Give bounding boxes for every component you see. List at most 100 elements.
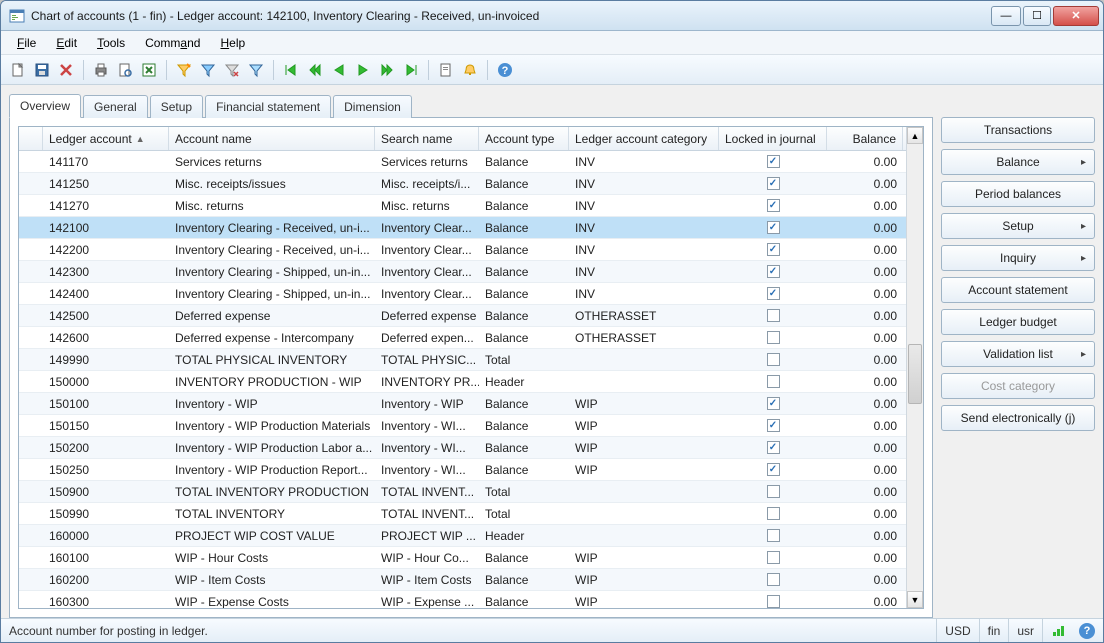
print-icon[interactable] bbox=[90, 59, 112, 81]
cell-locked[interactable] bbox=[719, 547, 827, 568]
delete-icon[interactable] bbox=[55, 59, 77, 81]
tab-financial-statement[interactable]: Financial statement bbox=[205, 95, 331, 118]
cell-locked[interactable] bbox=[719, 393, 827, 414]
cell-ledger[interactable]: 160100 bbox=[43, 547, 169, 568]
cell-type[interactable]: Balance bbox=[479, 173, 569, 194]
checkbox-icon[interactable] bbox=[767, 441, 780, 454]
table-row[interactable]: 142400Inventory Clearing - Shipped, un-i… bbox=[19, 283, 906, 305]
cell-locked[interactable] bbox=[719, 283, 827, 304]
cell-search[interactable]: Inventory - WI... bbox=[375, 415, 479, 436]
col-search-name[interactable]: Search name bbox=[375, 127, 479, 150]
col-balance[interactable]: Balance bbox=[827, 127, 903, 150]
cell-search[interactable]: Inventory - WI... bbox=[375, 437, 479, 458]
cell-name[interactable]: Inventory Clearing - Shipped, un-in... bbox=[169, 283, 375, 304]
table-row[interactable]: 142200Inventory Clearing - Received, un-… bbox=[19, 239, 906, 261]
checkbox-icon[interactable] bbox=[767, 221, 780, 234]
cell-name[interactable]: Inventory Clearing - Received, un-i... bbox=[169, 239, 375, 260]
table-row[interactable]: 149990TOTAL PHYSICAL INVENTORYTOTAL PHYS… bbox=[19, 349, 906, 371]
tab-overview[interactable]: Overview bbox=[9, 94, 81, 118]
maximize-button[interactable]: ☐ bbox=[1023, 6, 1051, 26]
cell-type[interactable]: Balance bbox=[479, 459, 569, 480]
cell-locked[interactable] bbox=[719, 151, 827, 172]
cell-locked[interactable] bbox=[719, 459, 827, 480]
cell-category[interactable]: WIP bbox=[569, 459, 719, 480]
col-ledger-category[interactable]: Ledger account category bbox=[569, 127, 719, 150]
cell-ledger[interactable]: 142300 bbox=[43, 261, 169, 282]
cell-balance[interactable]: 0.00 bbox=[827, 569, 903, 590]
cell-locked[interactable] bbox=[719, 437, 827, 458]
row-selector[interactable] bbox=[19, 393, 43, 414]
transactions-button[interactable]: Transactions bbox=[941, 117, 1095, 143]
cell-name[interactable]: Deferred expense - Intercompany bbox=[169, 327, 375, 348]
ledger-budget-button[interactable]: Ledger budget bbox=[941, 309, 1095, 335]
checkbox-icon[interactable] bbox=[767, 397, 780, 410]
cell-balance[interactable]: 0.00 bbox=[827, 195, 903, 216]
cell-category[interactable]: WIP bbox=[569, 591, 719, 608]
scroll-up-icon[interactable]: ▲ bbox=[907, 127, 923, 144]
cell-ledger[interactable]: 160300 bbox=[43, 591, 169, 608]
row-selector[interactable] bbox=[19, 283, 43, 304]
cell-ledger[interactable]: 142100 bbox=[43, 217, 169, 238]
inquiry-button[interactable]: Inquiry▸ bbox=[941, 245, 1095, 271]
last-record-icon[interactable] bbox=[400, 59, 422, 81]
print-preview-icon[interactable] bbox=[114, 59, 136, 81]
col-locked[interactable]: Locked in journal bbox=[719, 127, 827, 150]
row-selector[interactable] bbox=[19, 525, 43, 546]
cell-locked[interactable] bbox=[719, 525, 827, 546]
cell-locked[interactable] bbox=[719, 349, 827, 370]
advanced-filter-icon[interactable] bbox=[245, 59, 267, 81]
scroll-down-icon[interactable]: ▼ bbox=[907, 591, 923, 608]
save-icon[interactable] bbox=[31, 59, 53, 81]
cell-name[interactable]: Inventory - WIP Production Materials bbox=[169, 415, 375, 436]
cell-type[interactable]: Balance bbox=[479, 261, 569, 282]
cell-balance[interactable]: 0.00 bbox=[827, 459, 903, 480]
table-row[interactable]: 150250Inventory - WIP Production Report.… bbox=[19, 459, 906, 481]
cell-name[interactable]: Misc. receipts/issues bbox=[169, 173, 375, 194]
status-help-icon[interactable]: ? bbox=[1079, 623, 1095, 639]
table-row[interactable]: 160300WIP - Expense CostsWIP - Expense .… bbox=[19, 591, 906, 608]
checkbox-icon[interactable] bbox=[767, 507, 780, 520]
setup-button[interactable]: Setup▸ bbox=[941, 213, 1095, 239]
cell-category[interactable]: INV bbox=[569, 261, 719, 282]
menu-command[interactable]: Command bbox=[137, 34, 208, 52]
cell-type[interactable]: Header bbox=[479, 371, 569, 392]
cell-ledger[interactable]: 142600 bbox=[43, 327, 169, 348]
help-icon[interactable]: ? bbox=[494, 59, 516, 81]
row-selector[interactable] bbox=[19, 437, 43, 458]
cell-type[interactable]: Balance bbox=[479, 591, 569, 608]
cell-locked[interactable] bbox=[719, 173, 827, 194]
checkbox-icon[interactable] bbox=[767, 463, 780, 476]
checkbox-icon[interactable] bbox=[767, 155, 780, 168]
cell-name[interactable]: TOTAL INVENTORY bbox=[169, 503, 375, 524]
cell-ledger[interactable]: 142500 bbox=[43, 305, 169, 326]
cell-ledger[interactable]: 150200 bbox=[43, 437, 169, 458]
cell-balance[interactable]: 0.00 bbox=[827, 217, 903, 238]
cell-type[interactable]: Header bbox=[479, 525, 569, 546]
table-row[interactable]: 150200Inventory - WIP Production Labor a… bbox=[19, 437, 906, 459]
cell-search[interactable]: WIP - Expense ... bbox=[375, 591, 479, 608]
cell-name[interactable]: Inventory Clearing - Shipped, un-in... bbox=[169, 261, 375, 282]
cell-type[interactable]: Balance bbox=[479, 217, 569, 238]
minimize-button[interactable]: — bbox=[991, 6, 1021, 26]
balance-button[interactable]: Balance▸ bbox=[941, 149, 1095, 175]
cell-category[interactable]: INV bbox=[569, 217, 719, 238]
checkbox-icon[interactable] bbox=[767, 551, 780, 564]
export-excel-icon[interactable] bbox=[138, 59, 160, 81]
cell-type[interactable]: Balance bbox=[479, 415, 569, 436]
cell-ledger[interactable]: 150900 bbox=[43, 481, 169, 502]
menu-help[interactable]: Help bbox=[212, 34, 253, 52]
cell-search[interactable]: INVENTORY PR... bbox=[375, 371, 479, 392]
scroll-track[interactable] bbox=[907, 144, 923, 591]
cell-name[interactable]: PROJECT WIP COST VALUE bbox=[169, 525, 375, 546]
cell-name[interactable]: TOTAL PHYSICAL INVENTORY bbox=[169, 349, 375, 370]
cell-ledger[interactable]: 150990 bbox=[43, 503, 169, 524]
cell-category[interactable]: WIP bbox=[569, 569, 719, 590]
cell-locked[interactable] bbox=[719, 261, 827, 282]
col-account-name[interactable]: Account name bbox=[169, 127, 375, 150]
row-selector[interactable] bbox=[19, 371, 43, 392]
cell-ledger[interactable]: 150250 bbox=[43, 459, 169, 480]
grid-body[interactable]: 141170Services returnsServices returnsBa… bbox=[19, 151, 906, 608]
cell-name[interactable]: WIP - Expense Costs bbox=[169, 591, 375, 608]
menu-edit[interactable]: Edit bbox=[48, 34, 85, 52]
checkbox-icon[interactable] bbox=[767, 353, 780, 366]
